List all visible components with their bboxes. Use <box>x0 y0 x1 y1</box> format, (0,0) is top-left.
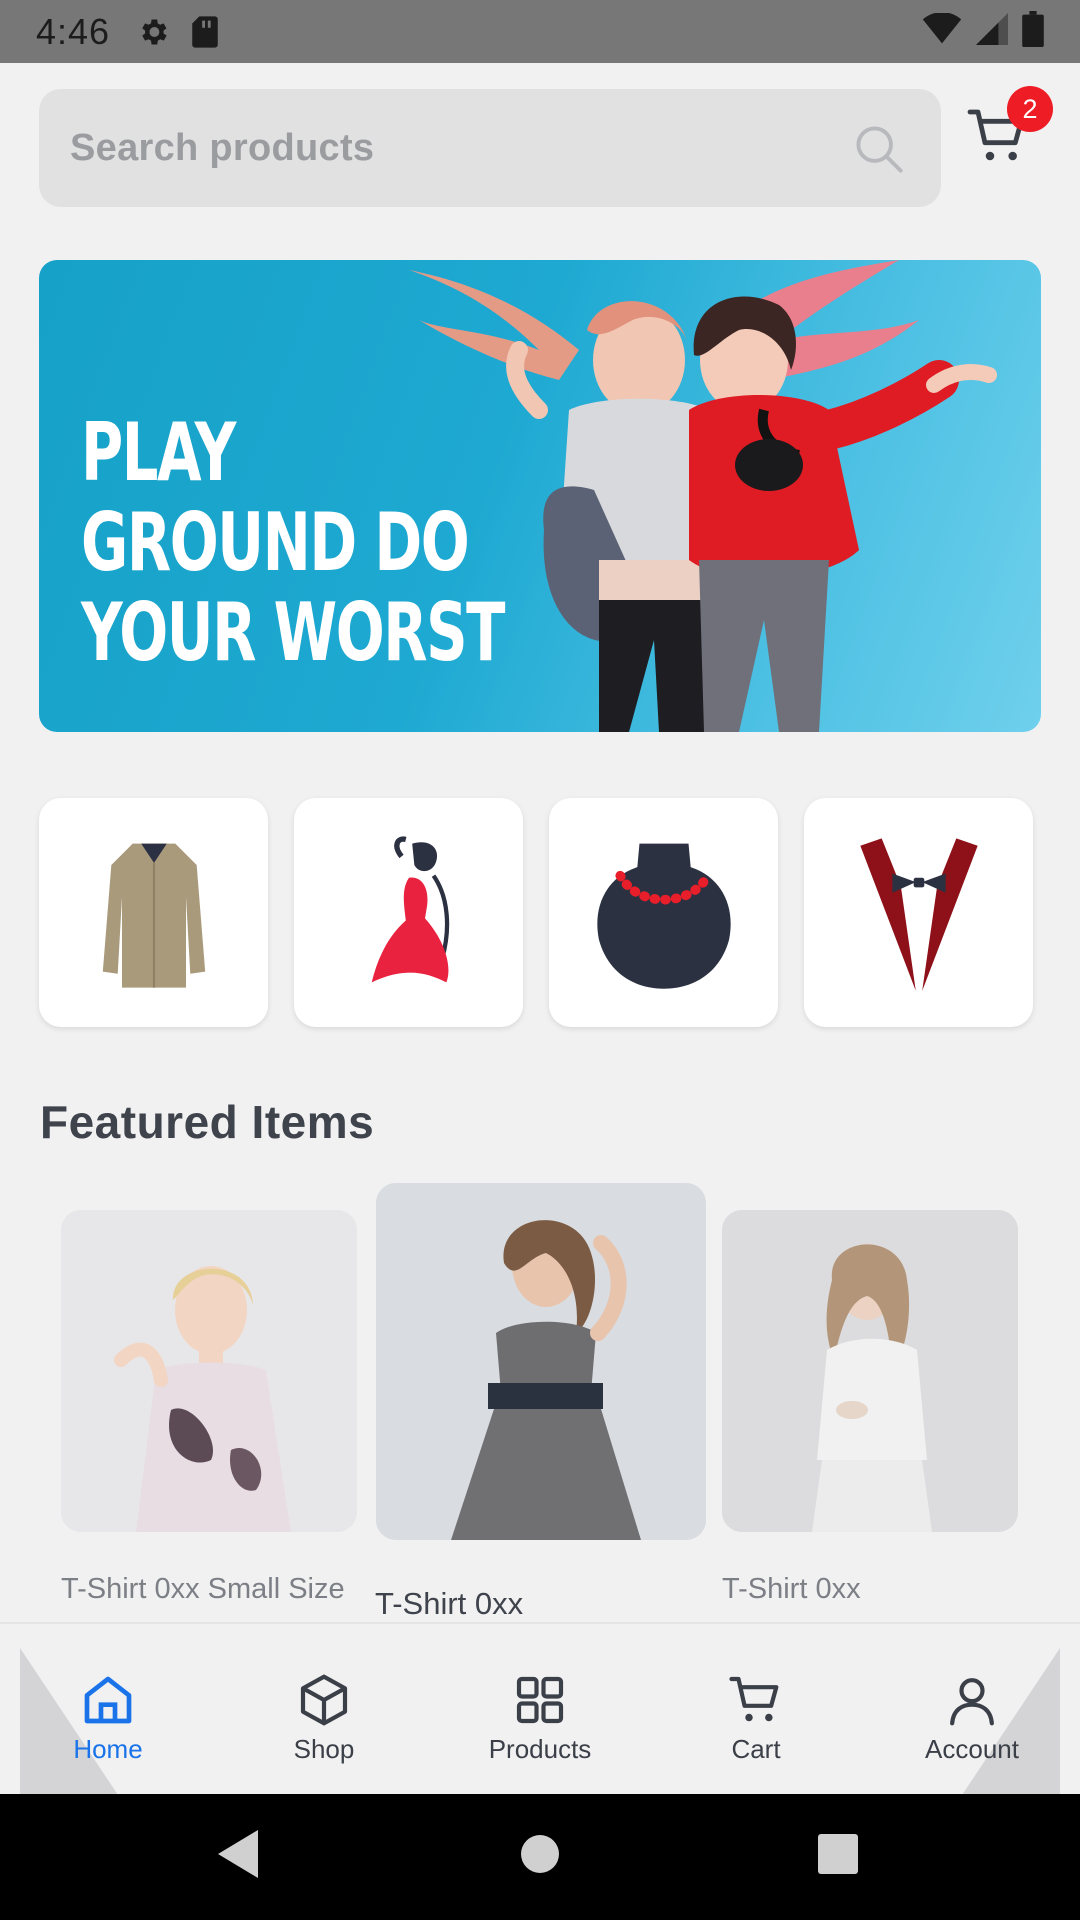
product-image-2[interactable] <box>376 1183 706 1540</box>
category-suit[interactable] <box>804 798 1033 1027</box>
product-image-3[interactable] <box>722 1210 1018 1532</box>
recents-icon[interactable] <box>818 1834 858 1874</box>
nav-shop[interactable]: Shop <box>234 1672 414 1765</box>
search-icon[interactable] <box>853 123 905 180</box>
nav-cart[interactable]: Cart <box>666 1672 846 1765</box>
tuxedo-icon <box>859 837 978 991</box>
battery-icon <box>1022 11 1044 52</box>
nav-products[interactable]: Products <box>450 1672 630 1765</box>
search-placeholder: Search products <box>70 126 375 169</box>
category-dress[interactable] <box>294 798 523 1027</box>
featured-title: Featured Items <box>40 1096 375 1148</box>
nav-account[interactable]: Account <box>882 1672 1062 1765</box>
grid-icon <box>516 1676 564 1724</box>
cart-badge: 2 <box>1007 86 1053 132</box>
cube-icon <box>300 1674 348 1726</box>
cart-icon <box>729 1676 779 1722</box>
necklace-icon <box>596 843 731 989</box>
product-name-3[interactable]: T-Shirt 0xx <box>722 1573 861 1606</box>
settings-gear-icon <box>136 15 170 49</box>
home-icon <box>84 1676 132 1724</box>
banner-line-3: YOUR WORST <box>81 586 505 679</box>
product-image-1[interactable] <box>61 1210 357 1532</box>
category-coat[interactable] <box>39 798 268 1027</box>
status-time: 4:46 <box>36 10 111 52</box>
product-photo-2 <box>376 1183 706 1540</box>
coat-icon <box>102 843 205 988</box>
promo-banner[interactable]: PLAY GROUND DO YOUR WORST <box>39 260 1041 732</box>
system-nav-buttons <box>218 1830 858 1878</box>
dress-icon <box>371 835 449 982</box>
search-input[interactable]: Search products <box>39 89 941 207</box>
home-circle-icon[interactable] <box>521 1835 559 1873</box>
nav-products-label: Products <box>488 1734 592 1764</box>
product-photo-1 <box>61 1210 357 1532</box>
nav-home-label: Home <box>73 1734 143 1764</box>
person-icon <box>950 1678 994 1726</box>
system-navigation-bar <box>0 1794 1080 1920</box>
back-icon[interactable] <box>218 1830 258 1878</box>
nav-shop-label: Shop <box>293 1734 355 1764</box>
nav-account-label: Account <box>925 1734 1019 1764</box>
product-photo-3 <box>722 1210 1018 1532</box>
signal-icon <box>976 13 1008 50</box>
nav-cart-label: Cart <box>731 1734 781 1764</box>
banner-headline: PLAY GROUND DO YOUR WORST <box>81 406 505 679</box>
bottom-navigation: Home Shop Products Cart Account <box>0 1622 1080 1798</box>
category-jewelry[interactable] <box>549 798 778 1027</box>
wifi-icon <box>922 12 962 50</box>
banner-line-2: GROUND DO <box>81 496 470 589</box>
nav-home[interactable]: Home <box>18 1672 198 1765</box>
product-name-1[interactable]: T-Shirt 0xx Small Size <box>61 1573 345 1606</box>
product-name-2[interactable]: T-Shirt 0xx <box>375 1586 523 1622</box>
sd-card-icon <box>190 15 220 49</box>
banner-line-1: PLAY <box>81 406 236 499</box>
status-bar: 4:46 <box>0 0 1080 63</box>
